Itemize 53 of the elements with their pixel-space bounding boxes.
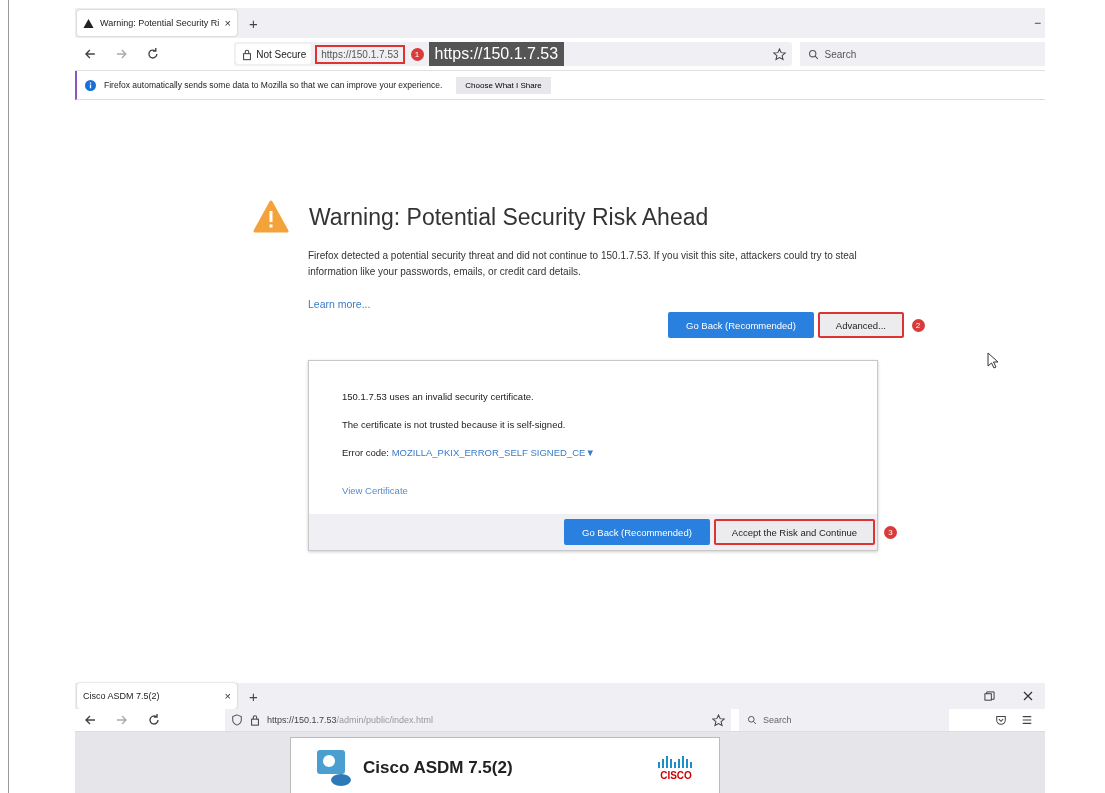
cisco-logo-text: CISCO [660, 769, 692, 781]
shield-icon [231, 714, 243, 726]
warning-icon [253, 200, 289, 234]
warning-icon [83, 17, 94, 29]
go-back-button[interactable]: Go Back (Recommended) [564, 519, 710, 545]
learn-more-link[interactable]: Learn more... [308, 298, 371, 310]
action-button[interactable]: Accept the Risk and Continue [713, 519, 875, 545]
info-icon [85, 79, 96, 91]
url-text: https://150.1.7.53/admin/public/index.html [267, 715, 434, 725]
url-text: https://150.1.7.53 [315, 44, 405, 64]
minimize-button[interactable]: − [1034, 16, 1041, 30]
search-icon [747, 715, 757, 725]
cisco-bars-icon [657, 755, 695, 768]
pocket-icon[interactable] [995, 714, 1007, 726]
notification-text: Firefox automatically sends some data to Mozilla so that we can improve your experience. [104, 80, 443, 90]
search-icon [807, 48, 819, 60]
certificate-info-text: 150.1.7.53 uses an invalid security certificate. [342, 391, 535, 402]
back-icon[interactable] [83, 47, 97, 61]
page-title: Warning: Potential Security Risk Ahead [309, 203, 709, 231]
browser-tab[interactable]: Warning: Potential Security Ri × [77, 10, 237, 36]
browser-tab[interactable]: Cisco ASDM 7.5(2) × [77, 683, 237, 709]
app-title: Cisco ASDM 7.5(2) [363, 758, 514, 778]
close-tab-button[interactable]: × [224, 690, 231, 702]
lock-icon [249, 714, 261, 726]
close-tab-button[interactable]: × [224, 17, 231, 29]
go-back-button[interactable]: Go Back (Recommended) [668, 312, 814, 338]
choose-share-button[interactable]: Choose What I Share [456, 76, 551, 94]
url-tooltip: https://150.1.7.53 [428, 42, 565, 66]
address-bar[interactable]: https://150.1.7.53/admin/public/index.html [225, 709, 731, 731]
reload-icon[interactable] [147, 713, 161, 727]
star-icon[interactable] [772, 47, 786, 61]
step-badge: 1 [410, 47, 424, 61]
warning-description: Firefox detected a potential security threat and did not continue to 150.1.7.53. If you visit this site, attackers could try to steal information like your passwords, emails, or credit card details. [308, 249, 858, 279]
not-secure-label[interactable]: Not Secure [236, 44, 312, 64]
lock-icon [241, 47, 254, 61]
view-certificate-link[interactable]: View Certificate [342, 485, 408, 496]
menu-icon[interactable] [1021, 714, 1033, 726]
mouse-cursor-icon [987, 352, 999, 369]
search-field[interactable]: Search [739, 709, 949, 731]
restore-icon[interactable] [984, 690, 995, 702]
error-code-link[interactable]: MOZILLA_PKIX_ERROR_SELF SIGNED_CE▼ [391, 447, 595, 458]
star-icon[interactable] [712, 713, 725, 727]
back-icon[interactable] [83, 713, 97, 727]
new-tab-button[interactable]: + [243, 14, 264, 32]
step-badge: 3 [884, 526, 897, 539]
search-field[interactable]: Search [799, 42, 1045, 66]
close-icon[interactable] [1023, 691, 1033, 701]
address-bar[interactable]: Not Secure https://150.1.7.53 1 https://150.1.7.53 [234, 42, 792, 66]
certificate-info-text: The certificate is not trusted because it is self-signed. [342, 419, 567, 430]
action-button[interactable]: Advanced... [817, 312, 904, 338]
step-badge: 2 [911, 318, 925, 332]
error-code-text: Error code: MOZILLA_PKIX_ERROR_SELF SIGNED_CE▼ [342, 447, 596, 458]
new-tab-button[interactable]: + [243, 687, 264, 705]
